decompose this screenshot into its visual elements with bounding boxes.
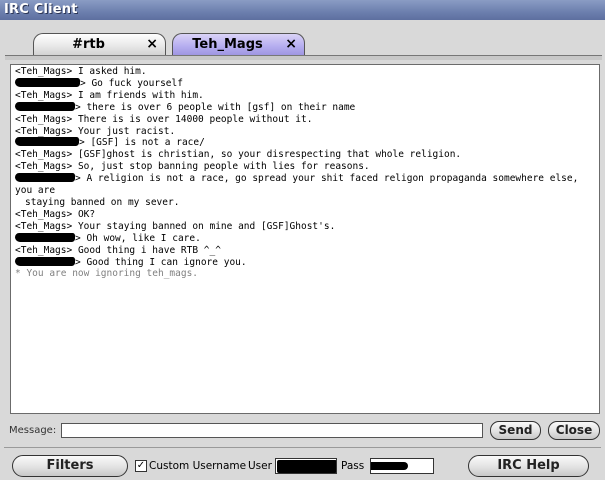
chat-line: > Oh wow, like I care. xyxy=(15,232,595,245)
chat-text: Your staying banned on mine and [GSF]Gho… xyxy=(77,220,336,232)
redacted-nick xyxy=(15,101,75,111)
chat-line: > Good thing I can ignore you. xyxy=(15,256,595,269)
chat-line: > [GSF] is not a race/ xyxy=(15,137,595,149)
pass-field[interactable] xyxy=(370,458,434,474)
chat-log[interactable]: <Teh_Mags> I asked him. > Go fuck yoursel… xyxy=(10,64,600,414)
chat-line: <Teh_Mags> So, just stop banning people … xyxy=(15,161,595,173)
chat-line: <Teh_Mags> Your staying banned on mine a… xyxy=(15,221,595,233)
chat-text: Go fuck yourself xyxy=(91,77,183,89)
redacted-nick xyxy=(15,173,75,183)
chat-text: OK? xyxy=(77,208,96,220)
chat-text: * You are now ignoring teh_mags. xyxy=(15,268,199,280)
chat-line: <Teh_Mags> I am friends with him. xyxy=(15,90,595,102)
chat-text: there is over 6 people with [gsf] on the… xyxy=(86,101,356,113)
chat-text: Good thing i have RTB ^_^ xyxy=(77,244,221,256)
chat-text: A religion is not a race, go spread your… xyxy=(15,173,585,197)
chat-text: staying banned on my sever. xyxy=(25,196,180,208)
pass-label: Pass xyxy=(341,460,365,472)
user-redaction xyxy=(277,460,336,473)
chat-line: <Teh_Mags> Your just racist. xyxy=(15,126,595,138)
chat-line: <Teh_Mags> Good thing i have RTB ^_^ xyxy=(15,245,595,257)
tab-teh-mags-close-icon[interactable]: × xyxy=(285,34,297,55)
user-label: User xyxy=(248,460,272,472)
chat-text: [GSF]ghost is christian, so your disresp… xyxy=(77,149,462,161)
chat-nick: <Teh_Mags> xyxy=(15,149,73,161)
chat-line: > there is over 6 people with [gsf] on t… xyxy=(15,101,595,114)
redacted-nick xyxy=(15,256,75,266)
footer-divider xyxy=(4,447,601,448)
chat-nick: <Teh_Mags> xyxy=(15,208,73,220)
chat-text: There is is over 14000 people without it… xyxy=(77,113,313,125)
user-field[interactable] xyxy=(275,458,337,474)
custom-username-label: Custom Username xyxy=(149,460,247,472)
chat-line: * You are now ignoring teh_mags. xyxy=(15,268,595,280)
tab-rtb-close-icon[interactable]: × xyxy=(146,34,158,55)
chat-nick: <Teh_Mags> xyxy=(15,89,73,101)
redacted-nick xyxy=(15,232,75,242)
chat-line: staying banned on my sever. xyxy=(15,197,595,209)
redacted-nick xyxy=(15,137,79,147)
custom-username-checkbox[interactable]: ✓ xyxy=(135,460,147,472)
message-label: Message: xyxy=(9,425,57,436)
chat-nick: <Teh_Mags> xyxy=(15,161,73,173)
chat-text: Good thing I can ignore you. xyxy=(86,256,247,268)
message-input[interactable] xyxy=(61,423,483,438)
chat-line: > A religion is not a race, go spread yo… xyxy=(15,173,585,197)
chat-line: <Teh_Mags> There is is over 14000 people… xyxy=(15,114,595,126)
chat-line: <Teh_Mags> OK? xyxy=(15,209,595,221)
chat-text: I am friends with him. xyxy=(77,89,204,101)
chat-nick: <Teh_Mags> xyxy=(15,244,73,256)
window-title: IRC Client xyxy=(0,0,605,20)
redacted-nick xyxy=(15,77,80,87)
filters-button[interactable]: Filters xyxy=(12,455,128,477)
tab-teh-mags[interactable]: Teh_Mags × xyxy=(172,33,305,56)
chat-line: <Teh_Mags> [GSF]ghost is christian, so y… xyxy=(15,149,595,161)
chat-text: Oh wow, like I care. xyxy=(86,232,201,244)
chat-nick: <Teh_Mags> xyxy=(15,66,73,77)
chat-nick: <Teh_Mags> xyxy=(15,220,73,232)
send-button[interactable]: Send xyxy=(490,421,541,440)
chat-line: <Teh_Mags> I asked him. xyxy=(15,66,595,78)
tab-strip-divider xyxy=(5,55,602,60)
irc-help-button[interactable]: IRC Help xyxy=(468,455,589,477)
tab-rtb[interactable]: #rtb × xyxy=(33,33,166,56)
chat-text: So, just stop banning people with lies f… xyxy=(77,161,370,173)
pass-mask xyxy=(371,462,408,470)
tab-teh-mags-label: Teh_Mags xyxy=(192,37,263,52)
chat-text: Your just racist. xyxy=(77,125,176,137)
chat-text: [GSF] is not a race/ xyxy=(90,137,205,149)
close-button[interactable]: Close xyxy=(548,421,600,440)
chat-line: > Go fuck yourself xyxy=(15,77,595,90)
chat-text: I asked him. xyxy=(77,66,147,77)
chat-nick: <Teh_Mags> xyxy=(15,113,73,125)
tab-rtb-label: #rtb xyxy=(72,37,105,52)
chat-nick: <Teh_Mags> xyxy=(15,125,73,137)
